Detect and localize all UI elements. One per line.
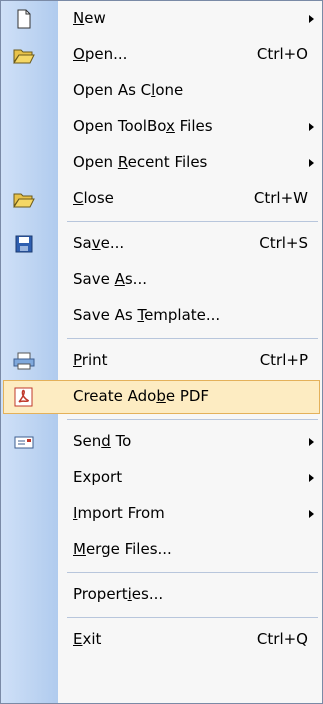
submenu-arrow-icon	[309, 474, 314, 482]
menu-item-shortcut: Ctrl+O	[256, 45, 308, 63]
menu-item-open-toolbox-files[interactable]: Open ToolBox Files	[1, 109, 322, 145]
menu-item-merge-files[interactable]: Merge Files...	[1, 532, 322, 568]
menu-item-label: Open ToolBox Files	[73, 117, 213, 135]
menu-item-shortcut: Ctrl+W	[253, 189, 308, 207]
menu-item-label: Save As...	[73, 270, 147, 288]
menu-item-new[interactable]: New	[1, 1, 322, 37]
menu-item-export[interactable]: Export	[1, 460, 322, 496]
close-folder-icon	[13, 189, 35, 209]
menu-separator	[1, 415, 322, 424]
file-menu: New Open... Ctrl+O Open As Clone Open To…	[0, 0, 323, 704]
menu-item-label: Print	[73, 351, 108, 369]
menu-item-open-recent-files[interactable]: Open Recent Files	[1, 145, 322, 181]
menu-item-open-as-clone[interactable]: Open As Clone	[1, 73, 322, 109]
menu-item-close[interactable]: Close Ctrl+W	[1, 181, 322, 217]
submenu-arrow-icon	[309, 159, 314, 167]
save-floppy-icon	[13, 234, 35, 254]
submenu-arrow-icon	[309, 15, 314, 23]
menu-item-shortcut: Ctrl+S	[259, 234, 308, 252]
menu-item-label: Merge Files...	[73, 540, 172, 558]
menu-item-label: Export	[73, 468, 123, 486]
submenu-arrow-icon	[309, 510, 314, 518]
menu-item-save[interactable]: Save... Ctrl+S	[1, 226, 322, 262]
menu-item-label: Save...	[73, 234, 125, 252]
menu-item-save-as[interactable]: Save As...	[1, 262, 322, 298]
menu-separator	[1, 334, 322, 343]
menu-item-label: Open As Clone	[73, 81, 184, 99]
menu-item-label: Exit	[73, 630, 102, 648]
menu-item-label: Properties...	[73, 585, 164, 603]
menu-item-print[interactable]: Print Ctrl+P	[1, 343, 322, 379]
submenu-arrow-icon	[309, 123, 314, 131]
menu-item-shortcut: Ctrl+Q	[256, 630, 308, 648]
printer-icon	[13, 351, 35, 371]
menu-item-shortcut: Ctrl+P	[259, 351, 308, 369]
new-file-icon	[13, 9, 35, 29]
menu-item-properties[interactable]: Properties...	[1, 577, 322, 613]
menu-item-label: Create Adobe PDF	[73, 387, 210, 405]
menu-item-send-to[interactable]: Send To	[1, 424, 322, 460]
menu-item-label: Import From	[73, 504, 165, 522]
send-to-icon	[13, 432, 35, 452]
open-folder-icon	[13, 45, 35, 65]
menu-separator	[1, 568, 322, 577]
submenu-arrow-icon	[309, 438, 314, 446]
adobe-pdf-icon	[13, 387, 35, 407]
menu-item-label: Open...	[73, 45, 128, 63]
menu-item-label: New	[73, 9, 106, 27]
menu-item-create-adobe-pdf[interactable]: Create Adobe PDF	[1, 379, 322, 415]
menu-separator	[1, 613, 322, 622]
menu-item-label: Close	[73, 189, 114, 207]
menu-item-label: Save As Template...	[73, 306, 221, 324]
menu-item-import-from[interactable]: Import From	[1, 496, 322, 532]
menu-item-save-as-template[interactable]: Save As Template...	[1, 298, 322, 334]
menu-item-open[interactable]: Open... Ctrl+O	[1, 37, 322, 73]
menu-item-label: Send To	[73, 432, 132, 450]
menu-item-exit[interactable]: Exit Ctrl+Q	[1, 622, 322, 658]
menu-item-label: Open Recent Files	[73, 153, 208, 171]
menu-separator	[1, 217, 322, 226]
